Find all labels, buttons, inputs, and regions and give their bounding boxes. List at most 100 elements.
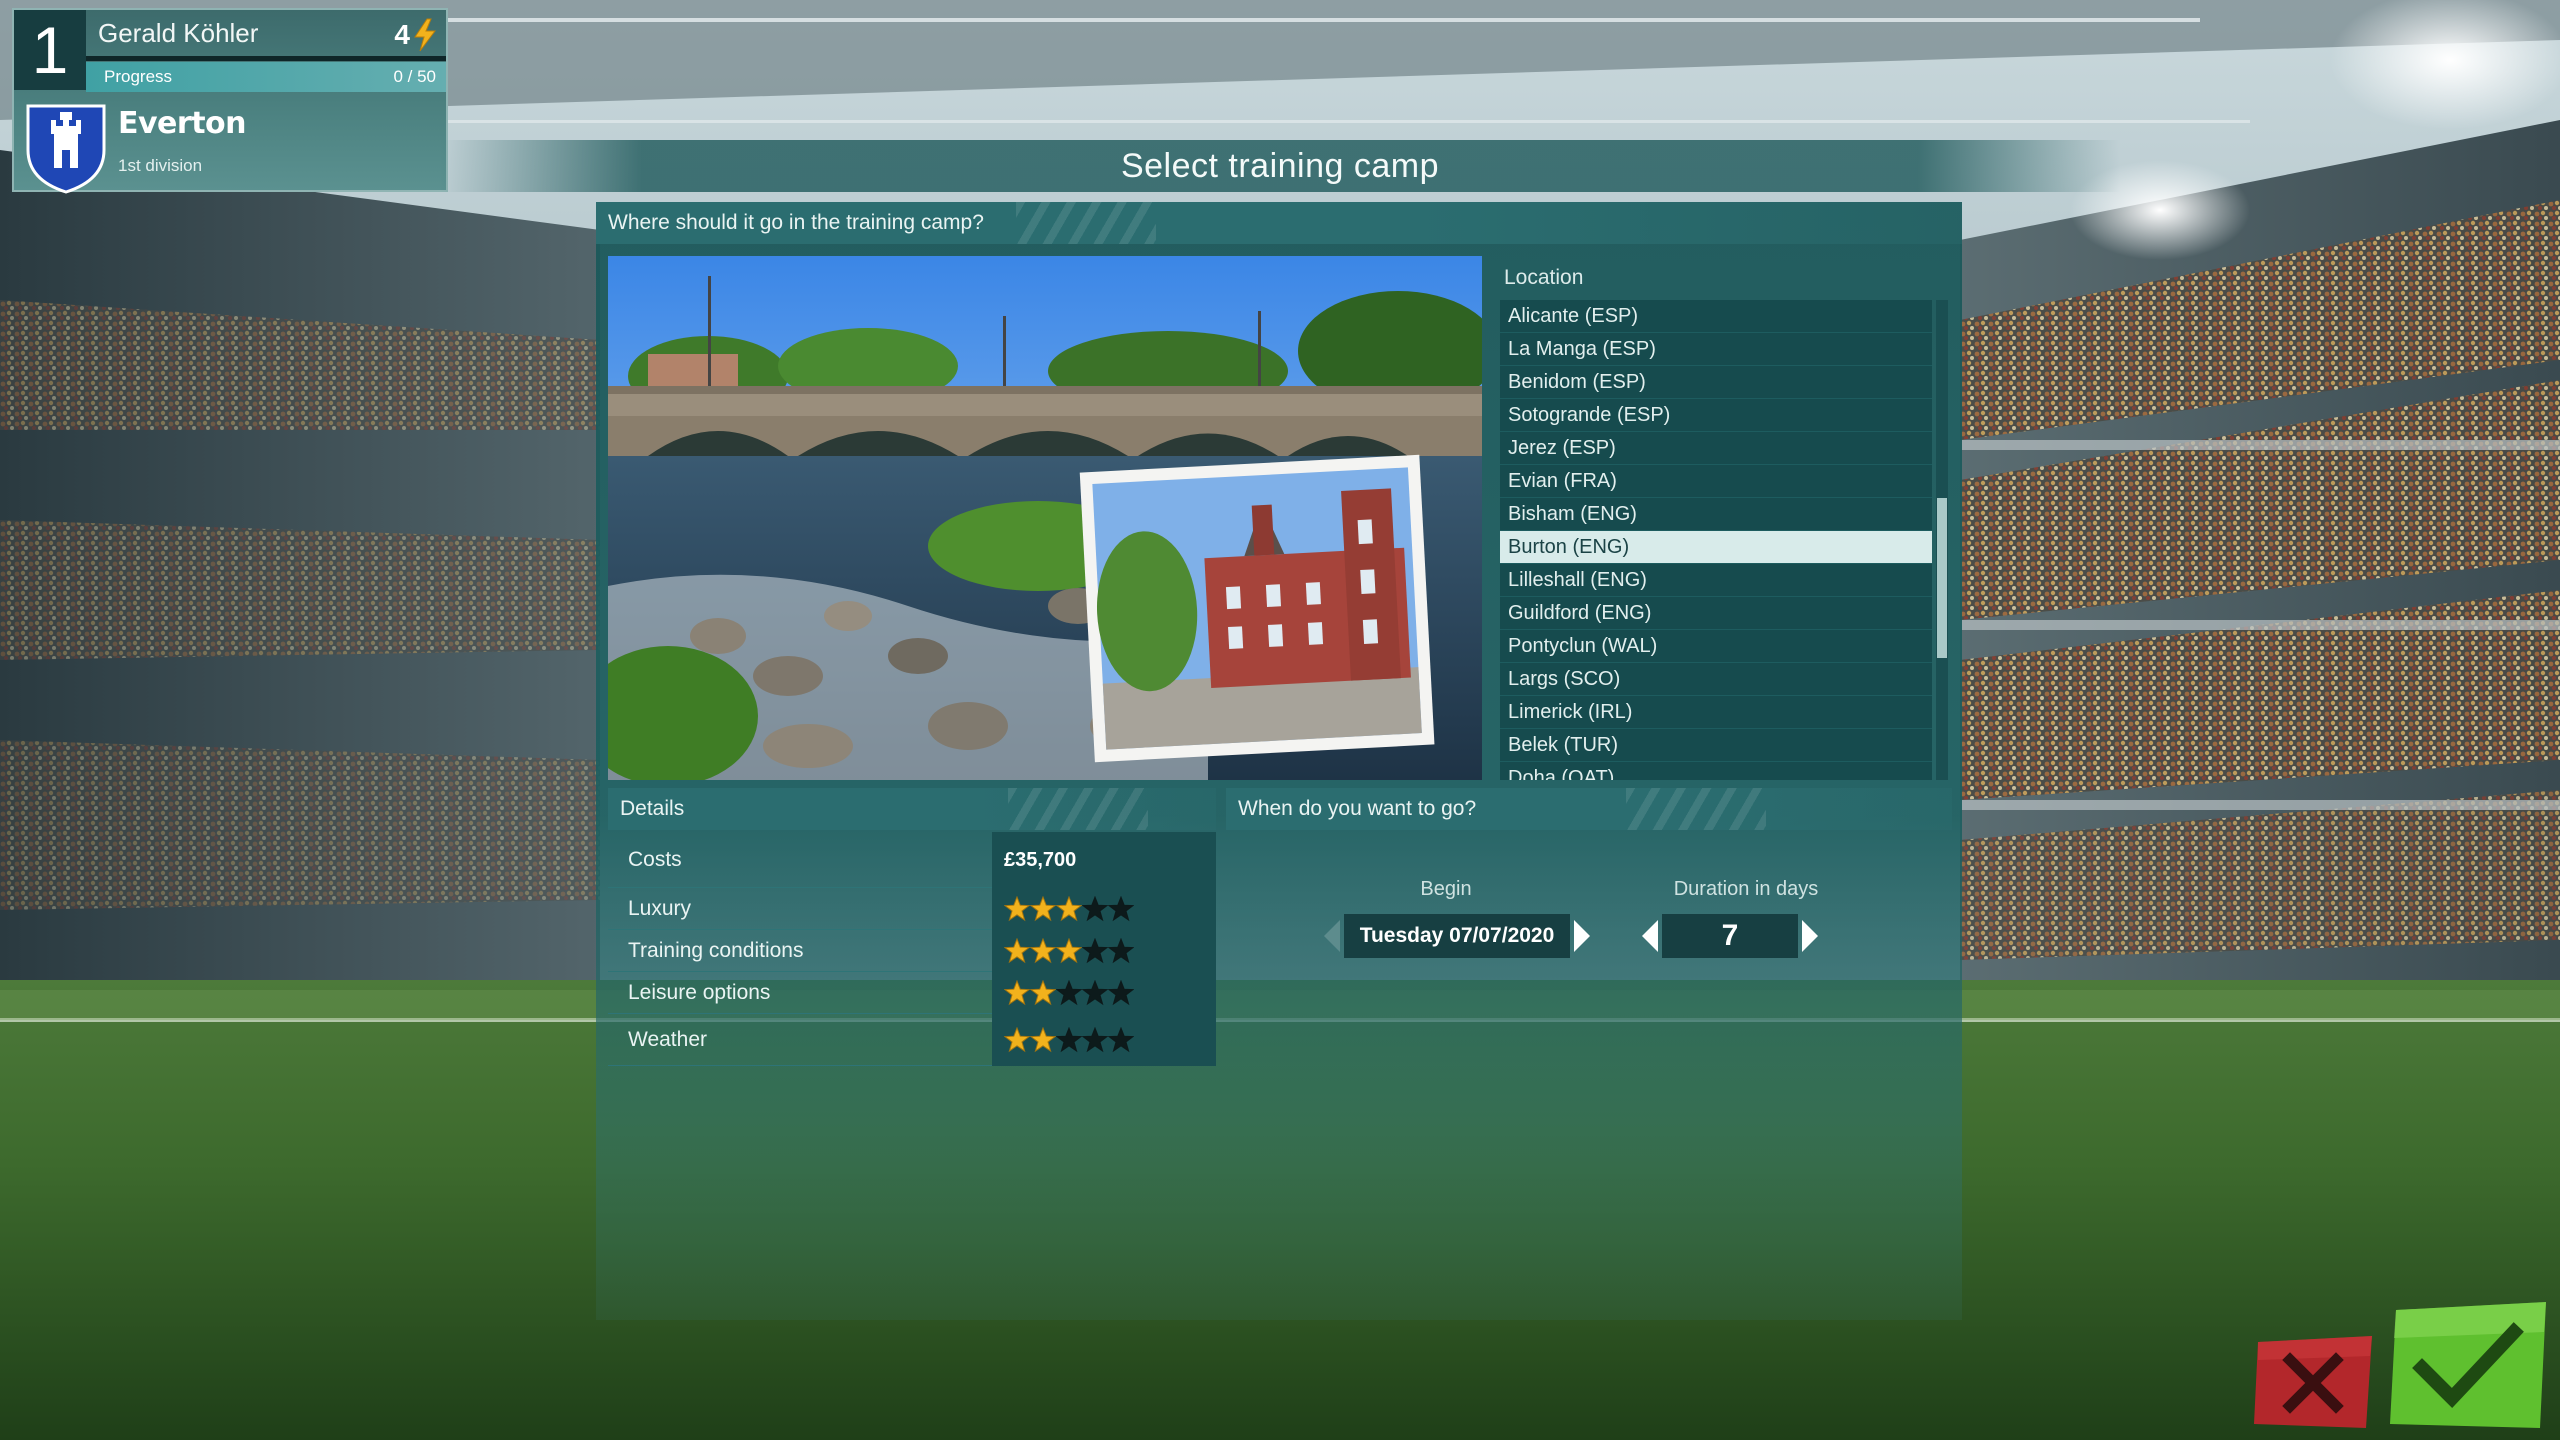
costs-row: Costs £35,700 [608,832,1216,888]
where-section-header: Where should it go in the training camp? [596,202,1962,244]
header-decoration [1626,788,1766,830]
star-empty-icon [1082,896,1108,922]
location-item[interactable]: Bisham (ENG) [1500,498,1932,531]
rating-stars-cell [992,972,1216,1014]
rating-row-leisure: Leisure options [608,972,1216,1014]
location-item[interactable]: Pontyclun (WAL) [1500,630,1932,663]
manager-points: 4 [394,18,438,52]
star-filled-icon [1030,1027,1056,1053]
star-filled-icon [1004,896,1030,922]
star-empty-icon [1108,980,1134,1006]
details-table: Costs £35,700 Luxury Training conditions… [608,832,1216,1066]
star-filled-icon [1056,896,1082,922]
training-camp-panel: Where should it go in the training camp? [596,202,1962,1320]
star-filled-icon [1030,896,1056,922]
rating-label: Training conditions [608,930,992,972]
title-bar: Select training camp [440,140,2120,192]
details-section: Details Costs £35,700 Luxury Training co… [608,788,1216,1088]
star-empty-icon [1082,938,1108,964]
location-label: Location [1504,266,1584,289]
star-rating [1004,938,1134,964]
page-title: Select training camp [1120,146,1440,185]
when-header: When do you want to go? [1226,788,1952,830]
triangle-left-icon [1642,920,1658,952]
duration-prev-button[interactable] [1638,916,1662,956]
location-item[interactable]: Sotogrande (ESP) [1500,399,1932,432]
manager-name: Gerald Köhler [98,18,259,48]
club-division: 1st division [118,156,203,175]
star-empty-icon [1108,938,1134,964]
progress-label: Progress [104,67,173,86]
club-name: Everton [118,106,247,141]
manager-card: 1 Gerald Köhler 4 Progress 0 / 50 Everto… [12,8,448,194]
location-list[interactable]: Alicante (ESP) La Manga (ESP) Benidom (E… [1500,300,1932,780]
location-item[interactable]: Largs (SCO) [1500,663,1932,696]
location-item[interactable]: Burton (ENG) [1500,531,1932,564]
star-filled-icon [1030,938,1056,964]
rating-label: Weather [608,1014,992,1066]
star-rating [1004,896,1134,922]
costs-value-cell: £35,700 [992,832,1216,888]
manager-rank: 1 [14,10,86,90]
header-decoration [1016,202,1156,244]
rating-stars-cell [992,1014,1216,1066]
location-item[interactable]: Alicante (ESP) [1500,300,1932,333]
location-item[interactable]: Jerez (ESP) [1500,432,1932,465]
star-empty-icon [1082,980,1108,1006]
location-item[interactable]: Evian (FRA) [1500,465,1932,498]
cancel-button[interactable] [2254,1336,2372,1428]
progress-row: Progress 0 / 50 [86,62,446,92]
star-empty-icon [1056,1027,1082,1053]
begin-date-value: Tuesday 07/07/2020 [1344,914,1570,958]
star-filled-icon [1056,938,1082,964]
star-filled-icon [1004,980,1030,1006]
rating-row-training: Training conditions [608,930,1216,972]
star-filled-icon [1004,1027,1030,1053]
star-empty-icon [1056,980,1082,1006]
rating-stars-cell [992,930,1216,972]
details-header-text: Details [620,797,685,820]
star-filled-icon [1004,938,1030,964]
progress-bar [86,56,446,61]
star-empty-icon [1082,1027,1108,1053]
triangle-right-icon [1802,920,1818,952]
duration-label: Duration in days [1673,878,1819,900]
costs-value: £35,700 [1004,848,1077,871]
costs-label: Costs [608,832,992,888]
triangle-left-icon [1324,920,1340,952]
castle-crest-icon [26,104,106,194]
begin-prev-button[interactable] [1320,916,1344,956]
location-item[interactable]: Doha (QAT) [1500,762,1932,780]
star-rating [1004,980,1134,1006]
duration-value: 7 [1662,914,1798,958]
header-decoration [1008,788,1148,830]
star-rating [1004,1027,1134,1053]
x-icon [2254,1336,2372,1428]
location-item[interactable]: Benidom (ESP) [1500,366,1932,399]
location-item[interactable]: Belek (TUR) [1500,729,1932,762]
location-panel: Location Alicante (ESP) La Manga (ESP) B… [1500,256,1952,780]
rating-row-luxury: Luxury [608,888,1216,930]
begin-next-button[interactable] [1570,916,1594,956]
confirm-button[interactable] [2390,1302,2546,1428]
rating-stars-cell [992,888,1216,930]
rating-label: Luxury [608,888,992,930]
location-scroll-thumb[interactable] [1937,498,1947,658]
rating-row-weather: Weather [608,1014,1216,1066]
duration-picker: 7 [1638,914,1822,958]
location-item[interactable]: Limerick (IRL) [1500,696,1932,729]
location-item[interactable]: Lilleshall (ENG) [1500,564,1932,597]
location-scrollbar[interactable] [1936,300,1948,780]
location-item[interactable]: Guildford (ENG) [1500,597,1932,630]
duration-next-button[interactable] [1798,916,1822,956]
star-empty-icon [1108,896,1134,922]
star-filled-icon [1030,980,1056,1006]
camp-photo [608,256,1482,780]
lightning-bolt-icon [414,18,436,52]
where-header-text: Where should it go in the training camp? [608,211,984,234]
triangle-right-icon [1574,920,1590,952]
progress-value: 0 / 50 [393,67,436,86]
rating-label: Leisure options [608,972,992,1014]
location-item[interactable]: La Manga (ESP) [1500,333,1932,366]
checkmark-icon [2390,1302,2546,1428]
